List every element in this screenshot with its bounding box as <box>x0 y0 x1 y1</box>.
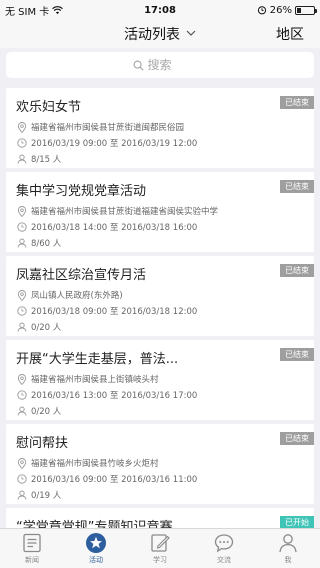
location-pin-icon <box>16 121 27 133</box>
people-row: 8/60 人 <box>16 237 61 249</box>
nav-bar: 活动列表 地区 <box>0 20 320 48</box>
people-row: 0/19 人 <box>16 489 61 501</box>
activity-title: 开展“大学生走基层，普法... <box>16 352 179 367</box>
tab-bar: 新闻 活动 学习 交流 我 <box>0 528 320 568</box>
activity-location: 福建省福州市闽侯县甘蔗街道福建省闽侯实验中学 <box>31 207 219 217</box>
activity-people: 8/60 人 <box>31 239 62 249</box>
activity-title: 慰问帮扶 <box>16 436 69 451</box>
location-pin-icon <box>16 205 27 217</box>
status-badge: 已结束 <box>280 432 314 445</box>
status-badge: 已结束 <box>280 264 314 277</box>
person-icon <box>16 406 27 417</box>
tab-label: 活动 <box>89 556 103 564</box>
tab-label: 新闻 <box>25 556 39 564</box>
carrier-label: 无 SIM 卡 <box>5 6 50 18</box>
star-icon <box>86 533 106 553</box>
activity-card[interactable]: 集中学习党规党章活动 已结束 福建省福州市闽侯县甘蔗街道福建省闽侯实验中学 20… <box>6 172 314 252</box>
activity-people: 0/20 人 <box>31 407 62 417</box>
activity-time: 2016/03/18 09:00 至 2016/03/18 12:00 <box>31 307 198 317</box>
news-icon <box>23 533 41 553</box>
activity-people: 0/20 人 <box>31 323 62 333</box>
battery-percent: 26% <box>269 4 292 16</box>
time-row: 2016/03/16 09:00 至 2016/03/16 11:00 <box>16 473 197 485</box>
location-pin-icon <box>16 373 27 385</box>
tab-me[interactable]: 我 <box>256 529 320 568</box>
tab-label: 交流 <box>217 556 231 564</box>
activity-card[interactable]: 凤嘉社区综治宣传月活 已结束 凤山镇人民政府(东外路) 2016/03/18 0… <box>6 256 314 336</box>
region-button[interactable]: 地区 <box>276 24 304 44</box>
people-row: 0/20 人 <box>16 405 61 417</box>
chat-icon <box>214 534 234 553</box>
person-icon <box>16 322 27 333</box>
location-row: 福建省福州市闽侯县甘蔗街道福建省闽侯实验中学 <box>16 205 218 217</box>
location-row: 福建省福州市闽侯县上街镇岐头村 <box>16 373 159 385</box>
people-row: 8/15 人 <box>16 153 61 165</box>
time-row: 2016/03/19 09:00 至 2016/03/19 12:00 <box>16 137 197 149</box>
person-icon <box>279 534 297 553</box>
people-row: 0/20 人 <box>16 321 61 333</box>
clock-icon <box>16 306 27 317</box>
location-row: 福建省福州市闽侯县甘蔗街道闽都民俗园 <box>16 121 184 133</box>
activity-location: 凤山镇人民政府(东外路) <box>31 291 123 301</box>
tab-label: 学习 <box>153 556 167 564</box>
battery-fill <box>297 7 302 13</box>
location-pin-icon <box>16 289 27 301</box>
activity-title: 集中学习党规党章活动 <box>16 184 147 199</box>
status-right: 26% <box>257 4 317 16</box>
tab-label: 我 <box>284 556 292 564</box>
wifi-icon <box>52 5 64 14</box>
activity-time: 2016/03/16 13:00 至 2016/03/16 17:00 <box>31 391 198 401</box>
activity-title: 凤嘉社区综治宣传月活 <box>16 268 147 283</box>
activity-time: 2016/03/16 09:00 至 2016/03/16 11:00 <box>31 475 198 485</box>
clock-icon <box>16 138 27 149</box>
clock-icon <box>16 222 27 233</box>
location-pin-icon <box>16 457 27 469</box>
activity-card[interactable]: 开展“大学生走基层，普法... 已结束 福建省福州市闽侯县上街镇岐头村 2016… <box>6 340 314 420</box>
nav-title: 活动列表 <box>124 27 180 43</box>
activity-card[interactable]: 慰问帮扶 已结束 福建省福州市闽侯县竹岐乡火炬村 2016/03/16 09:0… <box>6 424 314 504</box>
activity-time: 2016/03/19 09:00 至 2016/03/19 12:00 <box>31 139 198 149</box>
status-badge: 已开始 <box>280 516 314 528</box>
activity-location: 福建省福州市闽侯县甘蔗街道闽都民俗园 <box>31 123 185 133</box>
search-input[interactable] <box>147 58 188 72</box>
activity-card[interactable]: 欢乐妇女节 已结束 福建省福州市闽侯县甘蔗街道闽都民俗园 2016/03/19 … <box>6 88 314 168</box>
nav-title-dropdown[interactable]: 活动列表 <box>124 24 196 44</box>
activity-location: 福建省福州市闽侯县上街镇岐头村 <box>31 375 159 385</box>
clock-icon <box>16 474 27 485</box>
person-icon <box>16 238 27 249</box>
clock-icon <box>16 390 27 401</box>
tab-news[interactable]: 新闻 <box>0 529 64 568</box>
tab-study[interactable]: 学习 <box>128 529 192 568</box>
status-left: 无 SIM 卡 <box>5 3 64 18</box>
status-bar: 无 SIM 卡 17:08 26% <box>0 0 320 20</box>
activity-title: “学党章党规”专题知识竞赛... <box>16 520 185 528</box>
time-row: 2016/03/18 14:00 至 2016/03/18 16:00 <box>16 221 197 233</box>
search-icon <box>133 60 144 71</box>
activity-location: 福建省福州市闽侯县竹岐乡火炬村 <box>31 459 159 469</box>
status-badge: 已结束 <box>280 348 314 361</box>
person-icon <box>16 490 27 501</box>
battery-icon <box>295 5 317 15</box>
study-icon <box>151 534 170 552</box>
person-icon <box>16 154 27 165</box>
time-row: 2016/03/16 13:00 至 2016/03/16 17:00 <box>16 389 197 401</box>
activity-people: 0/19 人 <box>31 491 62 501</box>
location-row: 凤山镇人民政府(东外路) <box>16 289 123 301</box>
activity-time: 2016/03/18 14:00 至 2016/03/18 16:00 <box>31 223 198 233</box>
activity-card[interactable]: “学党章党规”专题知识竞赛... 已开始 <box>6 508 314 528</box>
activity-title: 欢乐妇女节 <box>16 100 82 115</box>
search-bar[interactable] <box>6 52 314 78</box>
location-row: 福建省福州市闽侯县竹岐乡火炬村 <box>16 457 159 469</box>
tab-activity[interactable]: 活动 <box>64 529 128 568</box>
chevron-down-icon <box>186 29 196 39</box>
alarm-icon <box>257 6 266 15</box>
status-badge: 已结束 <box>280 180 314 193</box>
tab-chat[interactable]: 交流 <box>192 529 256 568</box>
activity-list[interactable]: 欢乐妇女节 已结束 福建省福州市闽侯县甘蔗街道闽都民俗园 2016/03/19 … <box>0 84 320 528</box>
time-row: 2016/03/18 09:00 至 2016/03/18 12:00 <box>16 305 197 317</box>
activity-people: 8/15 人 <box>31 155 62 165</box>
status-badge: 已结束 <box>280 96 314 109</box>
